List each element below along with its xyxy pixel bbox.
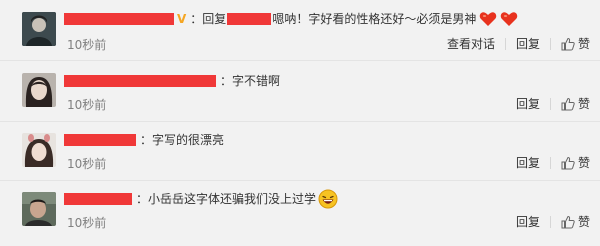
thumbs-up-icon — [561, 156, 575, 170]
reply-button[interactable]: 回复 — [516, 156, 540, 170]
thumbs-up-icon — [561, 37, 575, 51]
heart-icon — [501, 12, 518, 26]
like-label: 赞 — [577, 156, 590, 170]
comment-actions: 回复 赞 — [516, 215, 590, 229]
reply-button[interactable]: 回复 — [516, 215, 540, 229]
laughing-face-icon — [318, 189, 338, 209]
reply-button[interactable]: 回复 — [516, 97, 540, 111]
comment-text-line: ：小岳岳这字体还骗我们没上过学 — [64, 189, 338, 209]
heart-icon — [480, 12, 497, 26]
comment-item: ：字不错啊 10秒前 回复 赞 — [0, 61, 600, 122]
comment-time: 10秒前 — [67, 157, 107, 171]
comment-text-line: ：字不错啊 — [64, 71, 280, 91]
comment-text: ：字不错啊 — [220, 74, 281, 88]
comment-actions: 查看对话 回复 赞 — [447, 37, 590, 51]
comment-text-line: V ：回复 嗯呐！字好看的性格还好～必须是男神 — [64, 9, 518, 29]
divider — [549, 38, 551, 50]
like-button[interactable]: 赞 — [561, 156, 590, 170]
comment-time: 10秒前 — [67, 98, 107, 112]
comment-text: ：回复 — [190, 12, 227, 26]
redacted-username[interactable] — [64, 193, 132, 205]
view-conversation-button[interactable]: 查看对话 — [447, 37, 495, 51]
reply-button[interactable]: 回复 — [516, 37, 540, 51]
avatar[interactable] — [22, 133, 56, 167]
avatar[interactable] — [22, 73, 56, 107]
comment-actions: 回复 赞 — [516, 97, 590, 111]
like-label: 赞 — [577, 37, 590, 51]
comment-text: ：字写的很漂亮 — [140, 133, 225, 147]
like-label: 赞 — [577, 215, 590, 229]
comment-actions: 回复 赞 — [516, 156, 590, 170]
comment-text-line: ：字写的很漂亮 — [64, 130, 224, 150]
thumbs-up-icon — [561, 97, 575, 111]
comment-text: ：小岳岳这字体还骗我们没上过学 — [136, 192, 317, 206]
avatar[interactable] — [22, 192, 56, 226]
like-button[interactable]: 赞 — [561, 215, 590, 229]
thumbs-up-icon — [561, 215, 575, 229]
redacted-username[interactable] — [64, 75, 216, 87]
like-label: 赞 — [577, 97, 590, 111]
comment-time: 10秒前 — [67, 216, 107, 230]
comment-item: ：字写的很漂亮 10秒前 回复 赞 — [0, 122, 600, 181]
comment-time: 10秒前 — [67, 38, 107, 52]
redacted-username[interactable] — [64, 13, 174, 25]
redacted-username[interactable] — [64, 134, 136, 146]
divider — [549, 216, 551, 228]
avatar[interactable] — [22, 12, 56, 46]
comment-item: V ：回复 嗯呐！字好看的性格还好～必须是男神 10秒前 查看对话 回复 赞 — [0, 0, 600, 61]
divider — [549, 157, 551, 169]
divider — [504, 38, 506, 50]
like-button[interactable]: 赞 — [561, 37, 590, 51]
comment-reply-text: 嗯呐！字好看的性格还好～必须是男神 — [272, 12, 477, 26]
redacted-mention[interactable] — [227, 13, 272, 25]
comment-item: ：小岳岳这字体还骗我们没上过学 10秒前 回复 赞 — [0, 181, 600, 246]
like-button[interactable]: 赞 — [561, 97, 590, 111]
divider — [549, 98, 551, 110]
verified-badge-icon: V — [177, 12, 187, 26]
